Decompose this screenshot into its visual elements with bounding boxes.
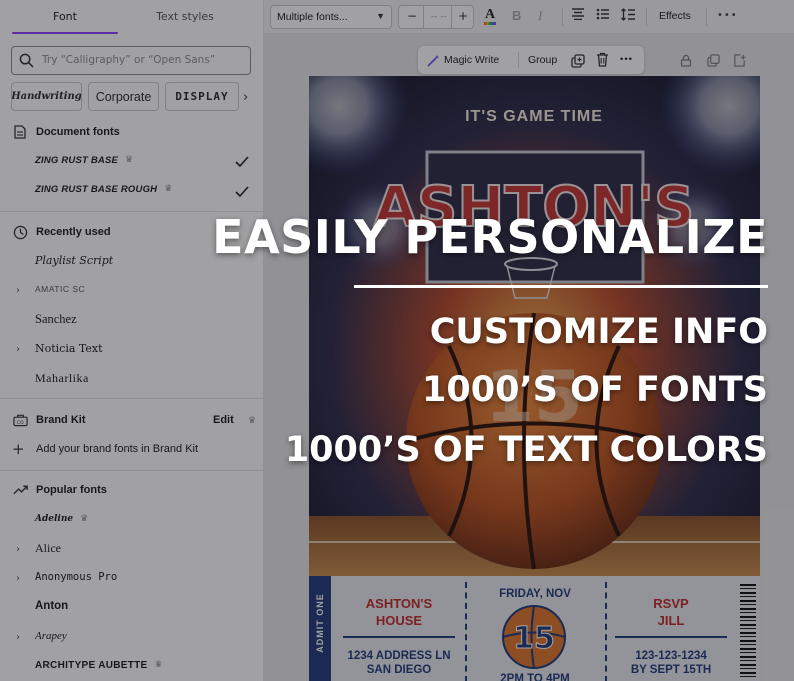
promo-overlay: EASILY PERSONALIZE CUSTOMIZE INFO 1000’S…	[0, 0, 794, 681]
promo-line-customize: CUSTOMIZE INFO	[429, 312, 768, 352]
promo-line-colors: 1000’S OF TEXT COLORS	[284, 430, 768, 470]
promo-line-fonts: 1000’S OF FONTS	[422, 370, 768, 410]
promo-title: EASILY PERSONALIZE	[212, 210, 768, 264]
promo-rule	[354, 285, 768, 288]
